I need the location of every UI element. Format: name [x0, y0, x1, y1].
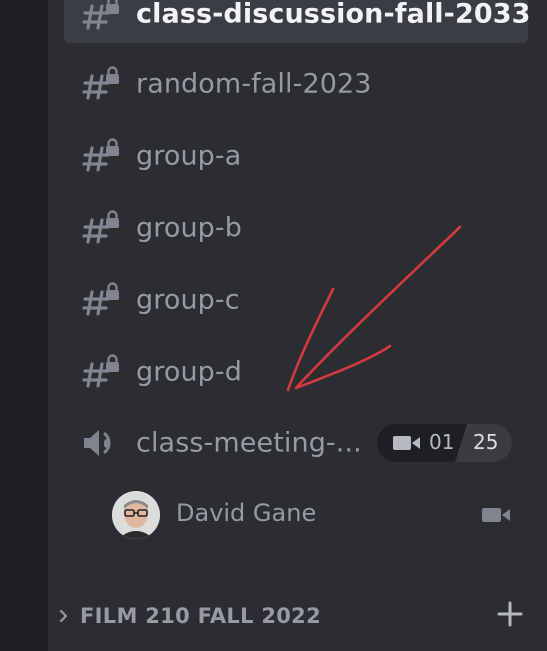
channel-item-group-c[interactable]: group-c: [64, 271, 528, 329]
voice-user-name: David Gane: [176, 499, 317, 527]
locked-text-channel-icon: [82, 0, 119, 30]
video-camera-icon: [393, 436, 420, 450]
locked-text-channel-icon: [82, 138, 119, 172]
video-camera-icon: [482, 508, 510, 522]
voice-user-count-badge: 01 25: [377, 424, 512, 462]
avatar: [112, 491, 160, 539]
plus-icon[interactable]: [496, 600, 524, 628]
channel-item-group-d[interactable]: group-d: [64, 343, 528, 401]
server-rail: [0, 0, 48, 651]
chevron-right-icon: [59, 609, 68, 623]
category-label: FILM 210 FALL 2022: [80, 604, 322, 628]
locked-text-channel-icon: [82, 354, 119, 388]
channel-item-random[interactable]: random-fall-2023: [64, 55, 528, 113]
voice-channel-label: class-meeting-...: [136, 427, 362, 459]
channel-label: random-fall-2023: [136, 68, 372, 100]
channel-item-group-b[interactable]: group-b: [64, 199, 528, 257]
channel-label: group-c: [136, 284, 240, 316]
channel-label: group-b: [136, 212, 242, 244]
category-header-film-210[interactable]: FILM 210 FALL 2022: [48, 596, 547, 636]
user-count: 01: [429, 430, 455, 454]
user-limit: 25: [473, 430, 499, 454]
channel-label: group-a: [136, 140, 242, 172]
channel-item-group-a[interactable]: group-a: [64, 127, 528, 185]
channel-label: class-discussion-fall-2033: [136, 0, 531, 30]
locked-text-channel-icon: [82, 210, 119, 244]
voice-channel-icon: [84, 430, 111, 456]
locked-text-channel-icon: [82, 66, 119, 100]
voice-user-item[interactable]: David Gane: [96, 484, 528, 546]
voice-channel-item[interactable]: class-meeting-... 01 25: [64, 414, 528, 472]
channel-label: group-d: [136, 356, 242, 388]
locked-text-channel-icon: [82, 282, 119, 316]
channel-item-class-discussion[interactable]: class-discussion-fall-2033: [64, 0, 531, 43]
